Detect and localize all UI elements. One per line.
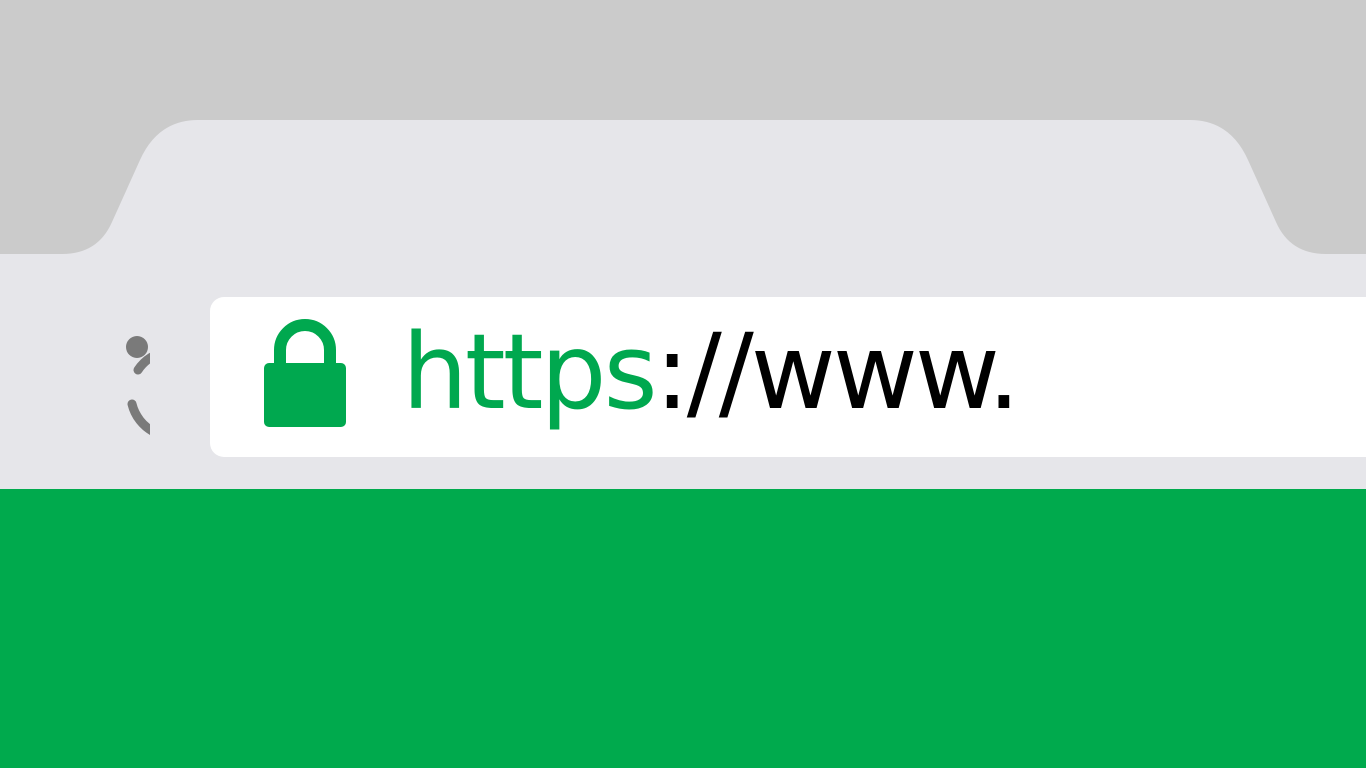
lock-icon [264, 319, 346, 427]
url-scheme: https [402, 311, 658, 433]
url-host: ://www. [654, 311, 1021, 433]
reload-icon [126, 336, 222, 442]
url-text[interactable]: https://www. [402, 307, 1021, 437]
browser-window: https://www. [0, 0, 1366, 768]
page-content [0, 489, 1366, 768]
reload-button[interactable] [40, 325, 222, 442]
